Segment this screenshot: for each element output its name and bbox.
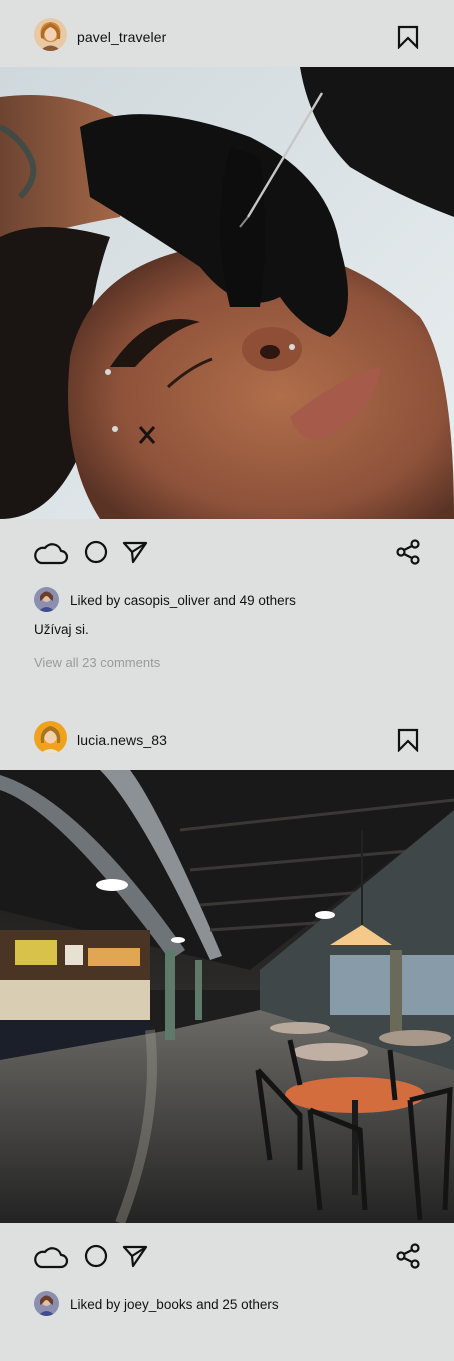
liker-avatar[interactable] [34, 587, 59, 612]
user-avatar-icon [34, 1291, 59, 1316]
comment-bubble-icon[interactable] [84, 1244, 108, 1268]
post-card: pavel_traveler Liked by casopis_oliver a… [0, 0, 454, 703]
user-avatar[interactable] [34, 18, 67, 51]
send-arrow-icon[interactable] [122, 1244, 148, 1268]
likes-summary: Liked by joey_books and 25 others [0, 1289, 454, 1319]
user-avatar-icon [34, 721, 67, 754]
food-court-photo [0, 770, 454, 1223]
send-arrow-icon[interactable] [122, 540, 148, 564]
share-icon[interactable] [396, 539, 421, 565]
post-photo[interactable] [0, 67, 454, 519]
post-card: lucia.news_83 Liked by joey_books and 25… [0, 703, 454, 1361]
share-icon[interactable] [396, 1243, 421, 1269]
likes-text[interactable]: Liked by casopis_oliver and 49 others [70, 593, 296, 608]
user-avatar-icon [34, 587, 59, 612]
view-comments-link[interactable]: View all 23 comments [34, 655, 160, 670]
piercing-photo [0, 67, 454, 519]
cloud-like-icon[interactable] [33, 1243, 69, 1269]
username[interactable]: pavel_traveler [77, 29, 166, 45]
liker-avatar[interactable] [34, 1291, 59, 1316]
user-avatar[interactable] [34, 721, 67, 754]
post-header: lucia.news_83 [0, 703, 454, 770]
post-actions [0, 520, 454, 580]
post-actions [0, 1224, 454, 1284]
bookmark-icon[interactable] [397, 728, 419, 752]
user-avatar-icon [34, 18, 67, 51]
post-photo[interactable] [0, 770, 454, 1223]
username[interactable]: lucia.news_83 [77, 732, 167, 748]
cloud-like-icon[interactable] [33, 539, 69, 565]
post-header: pavel_traveler [0, 0, 454, 67]
comment-bubble-icon[interactable] [84, 540, 108, 564]
likes-summary: Liked by casopis_oliver and 49 others [0, 585, 454, 615]
bookmark-icon[interactable] [397, 25, 419, 49]
likes-text[interactable]: Liked by joey_books and 25 others [70, 1297, 279, 1312]
post-caption: Užívaj si. [34, 622, 89, 637]
